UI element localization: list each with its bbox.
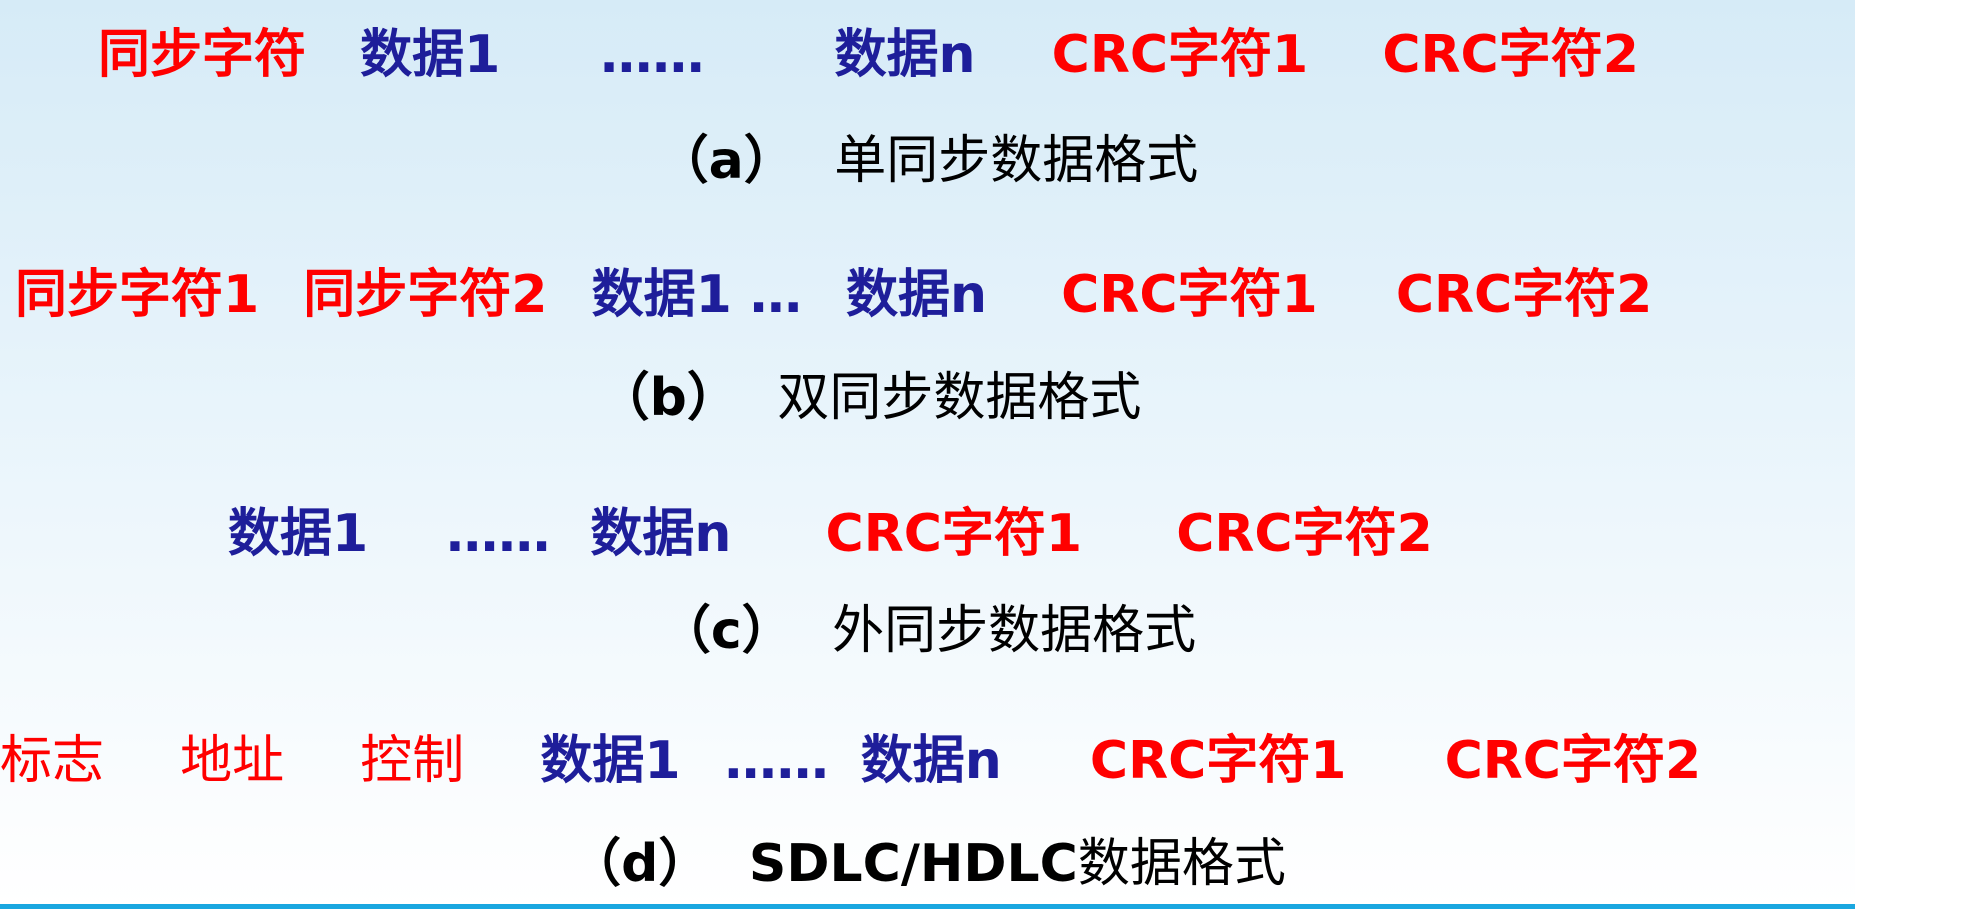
field-crc-2: CRC字符2	[1176, 504, 1433, 564]
field-crc-2: CRC字符2	[1444, 731, 1702, 791]
field-data-n: 数据n	[834, 25, 976, 85]
field-data-1: 数据1	[228, 504, 369, 564]
field-data-1: 数据1	[360, 25, 501, 85]
caption-title: 双同步数据格式	[777, 368, 1142, 428]
field-sync-char: 同步字符	[98, 25, 307, 85]
field-sync-char-1: 同步字符1	[15, 265, 260, 325]
field-data-1: 数据1 …	[591, 265, 802, 325]
field-crc-2: CRC字符2	[1395, 265, 1653, 325]
format-a-caption: （a） 单同步数据格式	[0, 135, 1855, 187]
caption-title: 数据格式	[1077, 834, 1286, 894]
format-b-caption: （b） 双同步数据格式	[0, 372, 1797, 424]
caption-label: （a）	[656, 131, 796, 191]
field-address: 地址	[180, 731, 285, 791]
field-crc-2: CRC字符2	[1382, 25, 1639, 85]
caption-label: （c）	[658, 601, 794, 661]
caption-title: 外同步数据格式	[832, 601, 1197, 661]
field-control: 控制	[360, 731, 465, 791]
bottom-rule	[0, 904, 1855, 909]
field-data-1: 数据1	[540, 731, 681, 791]
field-crc-1: CRC字符1	[1089, 731, 1347, 791]
caption-title-protocol: SDLC/HDLC	[748, 834, 1078, 894]
field-data-n: 数据n	[590, 504, 732, 564]
caption-title: 单同步数据格式	[834, 131, 1199, 191]
format-a-frame: 同步字符 数据1 …… 数据n CRC字符1 CRC字符2	[98, 29, 1639, 81]
format-c-caption: （c） 外同步数据格式	[0, 605, 1855, 657]
field-sync-char-2: 同步字符2	[303, 265, 548, 325]
format-b-frame: 同步字符1 同步字符2 数据1 … 数据n CRC字符1 CRC字符2	[15, 269, 1652, 321]
field-data-n: 数据n	[846, 265, 988, 325]
field-crc-1: CRC字符1	[825, 504, 1083, 564]
field-crc-1: CRC字符1	[1061, 265, 1318, 325]
caption-label: （d）	[569, 834, 711, 894]
field-ellipsis: ……	[600, 25, 705, 85]
caption-label: （b）	[597, 368, 739, 428]
slide-background: 同步字符 数据1 …… 数据n CRC字符1 CRC字符2 （a） 单同步数据格…	[0, 0, 1855, 906]
field-crc-1: CRC字符1	[1051, 25, 1309, 85]
field-ellipsis: ……	[446, 504, 551, 564]
field-data-n: 数据n	[860, 731, 1002, 791]
format-d-frame: 标志 地址 控制 数据1 …… 数据n CRC字符1 CRC字符2	[0, 735, 1701, 787]
format-c-frame: 数据1 …… 数据n CRC字符1 CRC字符2	[228, 508, 1433, 560]
field-ellipsis: ……	[724, 731, 829, 791]
format-d-caption: （d） SDLC/HDLC数据格式	[0, 838, 1855, 890]
field-flag: 标志	[0, 731, 105, 791]
